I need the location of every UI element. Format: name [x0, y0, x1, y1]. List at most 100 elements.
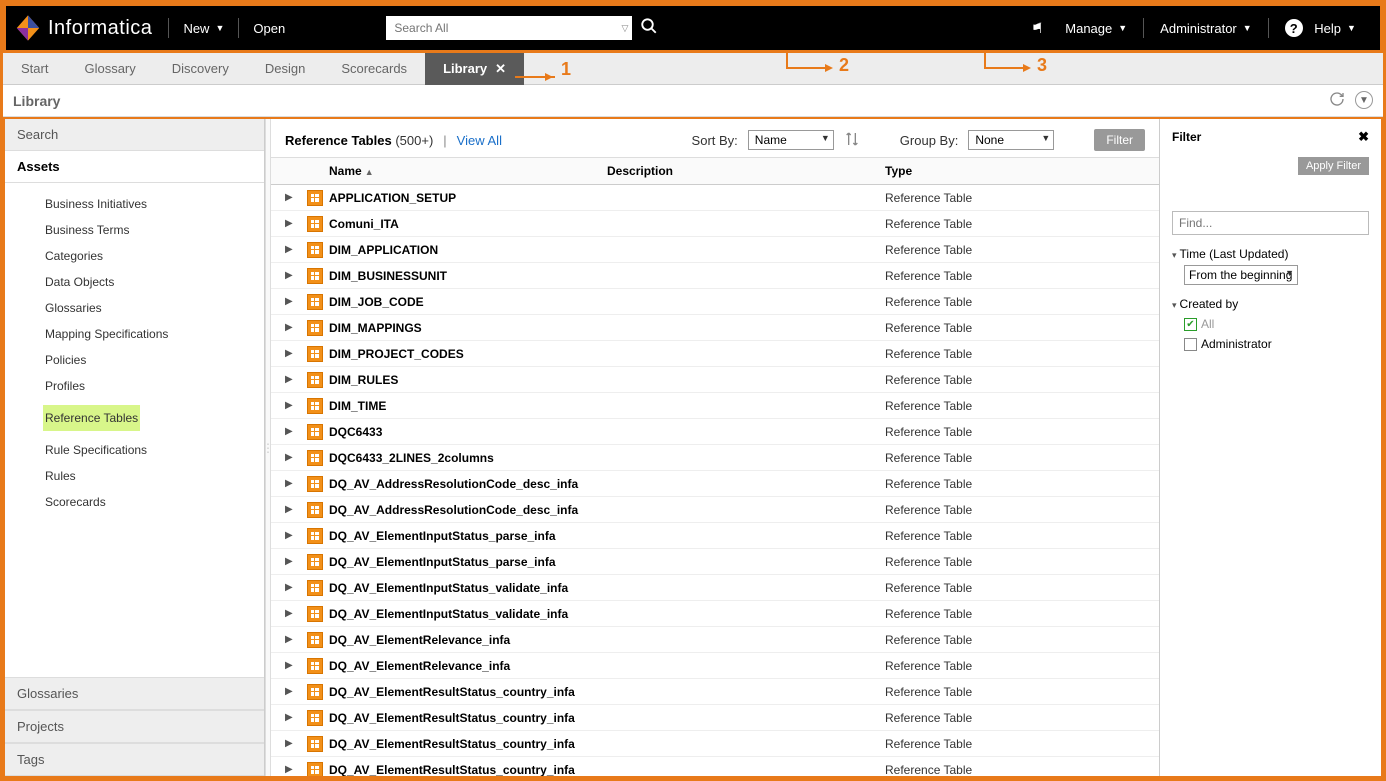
tab-start[interactable]: Start: [3, 53, 66, 85]
sort-direction-icon[interactable]: [844, 131, 860, 150]
asset-item[interactable]: Profiles: [5, 373, 264, 399]
expand-icon[interactable]: ▶: [285, 764, 307, 775]
table-row[interactable]: ▶DIM_APPLICATIONReference Table: [271, 237, 1159, 263]
expand-icon[interactable]: ▶: [285, 556, 307, 567]
table-row[interactable]: ▶DQ_AV_ElementInputStatus_validate_infaR…: [271, 601, 1159, 627]
close-icon[interactable]: ✖: [1358, 129, 1369, 145]
table-row[interactable]: ▶Comuni_ITAReference Table: [271, 211, 1159, 237]
expand-icon[interactable]: ▶: [285, 244, 307, 255]
reference-table-icon: [307, 320, 323, 336]
search-input[interactable]: [394, 21, 621, 35]
time-range-select[interactable]: From the beginning: [1184, 265, 1298, 285]
nav-section-projects[interactable]: Projects: [5, 710, 264, 743]
tab-library[interactable]: Library✕: [425, 53, 524, 85]
table-row[interactable]: ▶DQ_AV_ElementResultStatus_country_infaR…: [271, 705, 1159, 731]
filter-group-created-by[interactable]: Created by: [1172, 297, 1369, 311]
expand-icon[interactable]: ▶: [285, 478, 307, 489]
view-all-link[interactable]: View All: [457, 133, 502, 148]
filter-administrator-checkbox[interactable]: Administrator: [1184, 337, 1369, 351]
table-row[interactable]: ▶DQC6433_2LINES_2columnsReference Table: [271, 445, 1159, 471]
search-scope-dropdown-icon[interactable]: ▽: [621, 23, 628, 34]
expand-icon[interactable]: ▶: [285, 270, 307, 281]
global-search[interactable]: ▽: [386, 16, 632, 40]
table-row[interactable]: ▶DIM_MAPPINGSReference Table: [271, 315, 1159, 341]
user-menu[interactable]: Administrator▼: [1150, 15, 1262, 42]
asset-item[interactable]: Data Objects: [5, 269, 264, 295]
table-row[interactable]: ▶DIM_JOB_CODEReference Table: [271, 289, 1159, 315]
table-row[interactable]: ▶DQ_AV_ElementInputStatus_parse_infaRefe…: [271, 549, 1159, 575]
table-row[interactable]: ▶DQ_AV_ElementInputStatus_validate_infaR…: [271, 575, 1159, 601]
expand-icon[interactable]: ▶: [285, 192, 307, 203]
filter-toggle-icon[interactable]: ▼: [1355, 91, 1373, 109]
nav-section-tags[interactable]: Tags: [5, 743, 264, 776]
apply-filter-button[interactable]: Apply Filter: [1298, 157, 1369, 175]
expand-icon[interactable]: ▶: [285, 608, 307, 619]
expand-icon[interactable]: ▶: [285, 400, 307, 411]
filter-find-input[interactable]: [1172, 211, 1369, 235]
expand-icon[interactable]: ▶: [285, 530, 307, 541]
col-description[interactable]: Description: [607, 164, 885, 178]
col-name[interactable]: Name▲: [329, 164, 607, 178]
asset-item[interactable]: Business Terms: [5, 217, 264, 243]
table-row[interactable]: ▶DIM_PROJECT_CODESReference Table: [271, 341, 1159, 367]
filter-group-time[interactable]: Time (Last Updated): [1172, 247, 1369, 261]
expand-icon[interactable]: ▶: [285, 712, 307, 723]
expand-icon[interactable]: ▶: [285, 634, 307, 645]
tab-glossary[interactable]: Glossary: [66, 53, 153, 85]
expand-icon[interactable]: ▶: [285, 374, 307, 385]
table-row[interactable]: ▶DQ_AV_ElementResultStatus_country_infaR…: [271, 679, 1159, 705]
search-icon[interactable]: [640, 17, 658, 40]
expand-icon[interactable]: ▶: [285, 218, 307, 229]
expand-icon[interactable]: ▶: [285, 504, 307, 515]
table-row[interactable]: ▶DQ_AV_ElementRelevance_infaReference Ta…: [271, 627, 1159, 653]
expand-icon[interactable]: ▶: [285, 296, 307, 307]
asset-item[interactable]: Reference Tables: [43, 405, 140, 431]
asset-item[interactable]: Policies: [5, 347, 264, 373]
asset-item[interactable]: Glossaries: [5, 295, 264, 321]
group-by-select[interactable]: None: [968, 130, 1054, 150]
sort-by-select[interactable]: Name: [748, 130, 834, 150]
asset-item[interactable]: Business Initiatives: [5, 191, 264, 217]
asset-item[interactable]: Scorecards: [5, 489, 264, 515]
filter-button[interactable]: Filter: [1094, 129, 1145, 151]
open-button[interactable]: Open: [243, 15, 295, 42]
expand-icon[interactable]: ▶: [285, 582, 307, 593]
table-row[interactable]: ▶DQC6433Reference Table: [271, 419, 1159, 445]
table-row[interactable]: ▶APPLICATION_SETUPReference Table: [271, 185, 1159, 211]
help-icon: ?: [1285, 19, 1303, 37]
expand-icon[interactable]: ▶: [285, 426, 307, 437]
expand-icon[interactable]: ▶: [285, 322, 307, 333]
new-button[interactable]: New▼: [173, 15, 234, 42]
asset-item[interactable]: Rules: [5, 463, 264, 489]
manage-menu[interactable]: Manage▼: [1055, 15, 1137, 42]
table-row[interactable]: ▶DQ_AV_ElementResultStatus_country_infaR…: [271, 757, 1159, 776]
table-row[interactable]: ▶DQ_AV_AddressResolutionCode_desc_infaRe…: [271, 471, 1159, 497]
table-row[interactable]: ▶DQ_AV_AddressResolutionCode_desc_infaRe…: [271, 497, 1159, 523]
table-row[interactable]: ▶DIM_BUSINESSUNITReference Table: [271, 263, 1159, 289]
notifications-button[interactable]: ⚑: [1021, 14, 1054, 43]
asset-item[interactable]: Rule Specifications: [5, 437, 264, 463]
expand-icon[interactable]: ▶: [285, 660, 307, 671]
expand-icon[interactable]: ▶: [285, 738, 307, 749]
nav-section-assets[interactable]: Assets: [5, 151, 264, 183]
tab-scorecards[interactable]: Scorecards: [323, 53, 425, 85]
table-row[interactable]: ▶DQ_AV_ElementRelevance_infaReference Ta…: [271, 653, 1159, 679]
expand-icon[interactable]: ▶: [285, 452, 307, 463]
col-type[interactable]: Type: [885, 164, 1145, 178]
tab-discovery[interactable]: Discovery: [154, 53, 247, 85]
table-row[interactable]: ▶DQ_AV_ElementResultStatus_country_infaR…: [271, 731, 1159, 757]
expand-icon[interactable]: ▶: [285, 686, 307, 697]
nav-section-glossaries[interactable]: Glossaries: [5, 677, 264, 710]
refresh-icon[interactable]: [1329, 91, 1345, 110]
table-row[interactable]: ▶DQ_AV_ElementInputStatus_parse_infaRefe…: [271, 523, 1159, 549]
asset-item[interactable]: Mapping Specifications: [5, 321, 264, 347]
help-menu[interactable]: ? Help▼: [1275, 13, 1366, 43]
expand-icon[interactable]: ▶: [285, 348, 307, 359]
tab-design[interactable]: Design: [247, 53, 323, 85]
table-row[interactable]: ▶DIM_TIMEReference Table: [271, 393, 1159, 419]
close-icon[interactable]: ✕: [495, 61, 506, 77]
asset-item[interactable]: Categories: [5, 243, 264, 269]
filter-all-checkbox[interactable]: ✔All: [1184, 317, 1369, 331]
table-row[interactable]: ▶DIM_RULESReference Table: [271, 367, 1159, 393]
nav-section-search[interactable]: Search: [5, 119, 264, 151]
